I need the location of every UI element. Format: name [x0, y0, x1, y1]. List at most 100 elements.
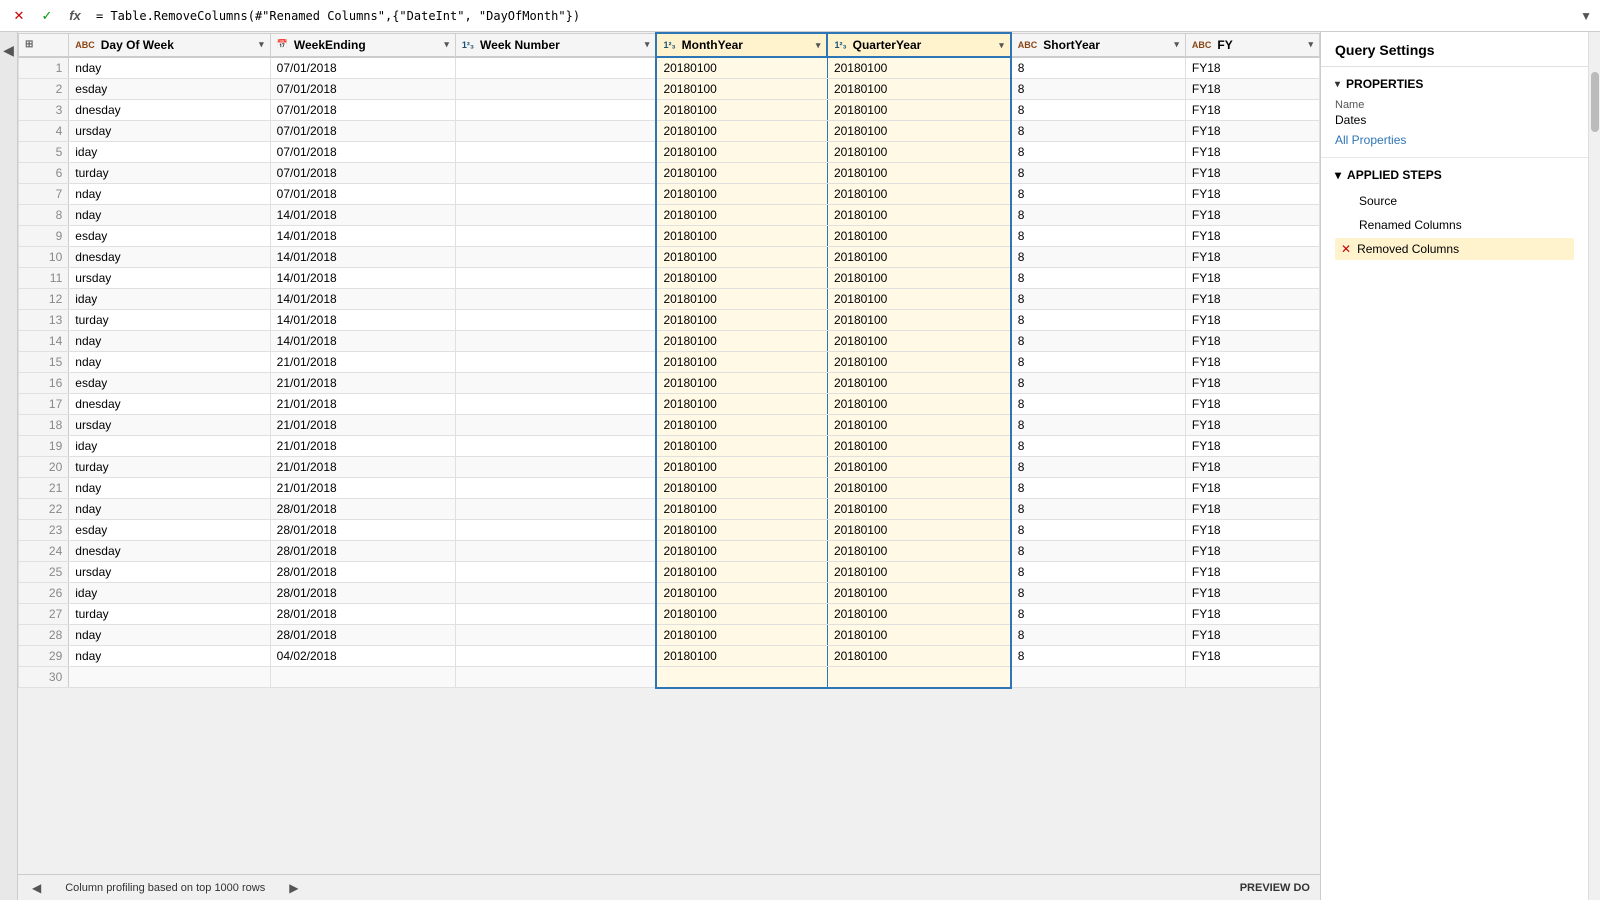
cell-fy-13: FY18 [1185, 331, 1319, 352]
table-row: 8nday14/01/201820180100201801008FY18 [19, 205, 1320, 226]
step-item-source[interactable]: Source [1335, 190, 1574, 212]
table-row: 18ursday21/01/201820180100201801008FY18 [19, 415, 1320, 436]
cell-fy-8: FY18 [1185, 226, 1319, 247]
cell-fy-29 [1185, 667, 1319, 688]
row-num-24: 24 [19, 541, 69, 562]
cell-fy-23: FY18 [1185, 541, 1319, 562]
cell-quarterYear-27: 20180100 [827, 625, 1010, 646]
cell-monthYear-12: 20180100 [656, 310, 827, 331]
cell-weekNumber-19 [455, 457, 656, 478]
cell-weekEnding-8: 14/01/2018 [270, 226, 455, 247]
cell-quarterYear-19: 20180100 [827, 457, 1010, 478]
cell-quarterYear-14: 20180100 [827, 352, 1010, 373]
table-row: 10dnesday14/01/201820180100201801008FY18 [19, 247, 1320, 268]
col-dropdown-monthYear[interactable]: ▾ [816, 40, 821, 51]
row-num-7: 7 [19, 184, 69, 205]
cell-weekNumber-3 [455, 121, 656, 142]
row-num-8: 8 [19, 205, 69, 226]
table-row: 23esday28/01/201820180100201801008FY18 [19, 520, 1320, 541]
row-num-19: 19 [19, 436, 69, 457]
cell-monthYear-23: 20180100 [656, 541, 827, 562]
row-num-25: 25 [19, 562, 69, 583]
cell-weekEnding-4: 07/01/2018 [270, 142, 455, 163]
all-properties-link[interactable]: All Properties [1335, 133, 1406, 147]
cell-dayOfWeek-21: nday [69, 499, 270, 520]
next-page-button[interactable]: ▶ [285, 879, 302, 897]
steps-collapse-icon[interactable]: ▾ [1335, 168, 1341, 182]
col-dropdown-fy[interactable]: ▾ [1308, 39, 1313, 50]
steps-list: SourceRenamed Columns✕Removed Columns [1335, 190, 1574, 260]
cell-fy-28: FY18 [1185, 646, 1319, 667]
step-item-removedColumns[interactable]: ✕Removed Columns [1335, 238, 1574, 260]
cell-fy-9: FY18 [1185, 247, 1319, 268]
step-item-renamedColumns[interactable]: Renamed Columns [1335, 214, 1574, 236]
cell-quarterYear-8: 20180100 [827, 226, 1010, 247]
table-row: 13turday14/01/201820180100201801008FY18 [19, 310, 1320, 331]
cell-weekNumber-18 [455, 436, 656, 457]
col-header-shortYear[interactable]: ABC ShortYear ▾ [1011, 33, 1186, 57]
cell-weekEnding-10: 14/01/2018 [270, 268, 455, 289]
left-collapse-button[interactable]: ◀ [0, 32, 18, 900]
col-header-weekNumber[interactable]: 1²₃ Week Number ▾ [455, 33, 656, 57]
accept-button[interactable]: ✓ [36, 5, 58, 27]
col-dropdown-weekNumber[interactable]: ▾ [645, 39, 650, 50]
prev-page-button[interactable]: ◀ [28, 879, 45, 897]
table-area: ⊞ ABC Day Of Week ▾ 📅 WeekEnding ▾ 1²₃ W… [18, 32, 1320, 900]
col-header-monthYear[interactable]: 1²₃ MonthYear ▾ [656, 33, 827, 57]
cell-dayOfWeek-20: nday [69, 478, 270, 499]
cell-monthYear-5: 20180100 [656, 163, 827, 184]
panel-scrollbar[interactable] [1588, 32, 1600, 900]
col-header-quarterYear[interactable]: 1²₃ QuarterYear ▾ [827, 33, 1010, 57]
formula-input[interactable] [92, 7, 1574, 25]
cell-quarterYear-16: 20180100 [827, 394, 1010, 415]
profile-status: Column profiling based on top 1000 rows [65, 882, 265, 894]
cell-quarterYear-11: 20180100 [827, 289, 1010, 310]
cell-shortYear-19: 8 [1011, 457, 1186, 478]
cell-weekEnding-9: 14/01/2018 [270, 247, 455, 268]
table-row: 15nday21/01/201820180100201801008FY18 [19, 352, 1320, 373]
col-label-monthYear: MonthYear [682, 38, 743, 52]
fx-label: fx [64, 5, 86, 27]
col-dropdown-shortYear[interactable]: ▾ [1174, 39, 1179, 50]
cell-shortYear-12: 8 [1011, 310, 1186, 331]
row-num-6: 6 [19, 163, 69, 184]
cell-monthYear-7: 20180100 [656, 205, 827, 226]
cell-quarterYear-20: 20180100 [827, 478, 1010, 499]
table-row: 20turday21/01/201820180100201801008FY18 [19, 457, 1320, 478]
cell-dayOfWeek-22: esday [69, 520, 270, 541]
table-row: 16esday21/01/201820180100201801008FY18 [19, 373, 1320, 394]
cell-monthYear-15: 20180100 [656, 373, 827, 394]
col-dropdown-weekEnding[interactable]: ▾ [444, 39, 449, 50]
cell-quarterYear-2: 20180100 [827, 100, 1010, 121]
cell-dayOfWeek-1: esday [69, 79, 270, 100]
table-container[interactable]: ⊞ ABC Day Of Week ▾ 📅 WeekEnding ▾ 1²₃ W… [18, 32, 1320, 874]
col-header-fy[interactable]: ABC FY ▾ [1185, 33, 1319, 57]
cell-weekNumber-28 [455, 646, 656, 667]
col-dropdown-dayOfWeek[interactable]: ▾ [259, 39, 264, 50]
cell-shortYear-10: 8 [1011, 268, 1186, 289]
cell-shortYear-9: 8 [1011, 247, 1186, 268]
cell-dayOfWeek-15: esday [69, 373, 270, 394]
properties-label: PROPERTIES [1346, 77, 1423, 91]
formula-expand-button[interactable]: ▼ [1580, 9, 1592, 23]
cell-shortYear-13: 8 [1011, 331, 1186, 352]
cell-fy-21: FY18 [1185, 499, 1319, 520]
cell-dayOfWeek-28: nday [69, 646, 270, 667]
table-row: 21nday21/01/201820180100201801008FY18 [19, 478, 1320, 499]
properties-header: ▾ PROPERTIES [1335, 77, 1574, 91]
cell-dayOfWeek-8: esday [69, 226, 270, 247]
cell-monthYear-24: 20180100 [656, 562, 827, 583]
col-header-dayOfWeek[interactable]: ABC Day Of Week ▾ [69, 33, 270, 57]
col-header-weekEnding[interactable]: 📅 WeekEnding ▾ [270, 33, 455, 57]
cell-weekNumber-11 [455, 289, 656, 310]
cell-quarterYear-12: 20180100 [827, 310, 1010, 331]
cell-weekEnding-17: 21/01/2018 [270, 415, 455, 436]
properties-collapse-icon[interactable]: ▾ [1335, 79, 1340, 90]
cancel-button[interactable]: ✕ [8, 5, 30, 27]
row-num-22: 22 [19, 499, 69, 520]
table-row: 11ursday14/01/201820180100201801008FY18 [19, 268, 1320, 289]
cell-quarterYear-24: 20180100 [827, 562, 1010, 583]
cell-weekEnding-19: 21/01/2018 [270, 457, 455, 478]
cell-weekEnding-12: 14/01/2018 [270, 310, 455, 331]
col-dropdown-quarterYear[interactable]: ▾ [999, 40, 1004, 51]
